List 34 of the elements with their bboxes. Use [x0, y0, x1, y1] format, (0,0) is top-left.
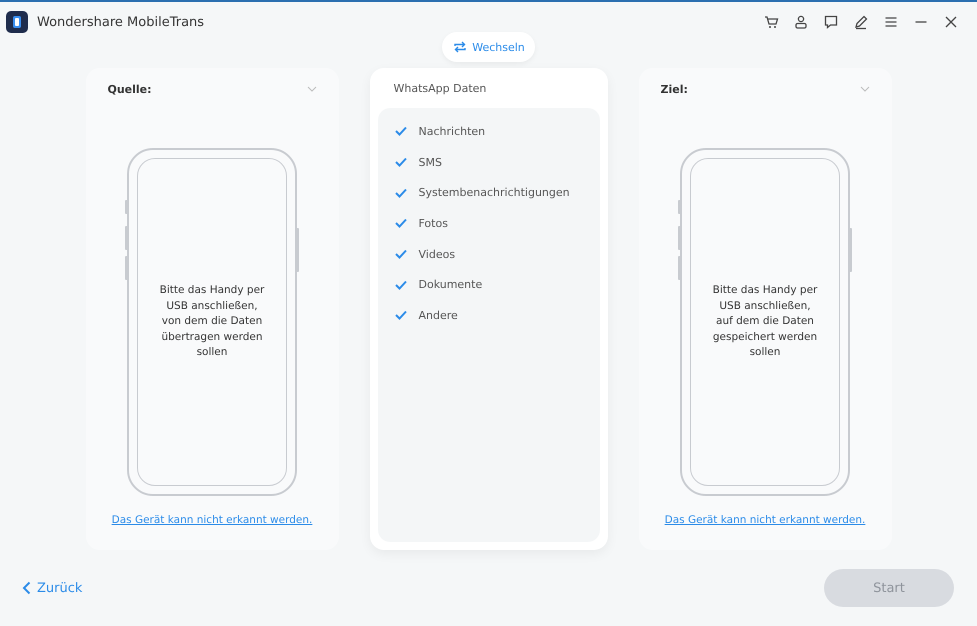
- data-type-label: Dokumente: [418, 278, 482, 292]
- chevron-down-icon[interactable]: [306, 86, 316, 92]
- chevron-down-icon[interactable]: [860, 86, 870, 92]
- checkmark-icon[interactable]: [394, 218, 406, 228]
- checkmark-icon[interactable]: [394, 126, 406, 136]
- switch-button[interactable]: Wechseln: [442, 32, 535, 62]
- connect-message: Bitte das Handy per USB anschließen, von dem die Daten übertragen werden sollen: [160, 283, 264, 360]
- help-link[interactable]: Das Gerät kann nicht erkannt werden.: [112, 514, 312, 526]
- app-logo-icon: [6, 11, 28, 33]
- data-type-label: Andere: [418, 308, 458, 322]
- checkmark-icon[interactable]: [394, 249, 406, 260]
- data-type-label: Nachrichten: [418, 124, 486, 138]
- device-label: Quelle:: [108, 82, 152, 96]
- device-label: Ziel:: [660, 82, 688, 96]
- data-type-label: Systembenachrichtigungen: [418, 186, 570, 200]
- help-link[interactable]: Das Gerät kann nicht erkannt werden.: [664, 514, 866, 526]
- chevron-left-icon: [22, 581, 31, 595]
- checkmark-icon[interactable]: [394, 310, 406, 320]
- account-icon[interactable]: [793, 14, 809, 30]
- close-icon[interactable]: [943, 14, 959, 30]
- checkmark-icon[interactable]: [394, 157, 406, 168]
- checkmark-icon[interactable]: [394, 280, 406, 290]
- checkmark-icon[interactable]: [394, 188, 406, 198]
- connect-message: Bitte das Handy per USB anschließen, auf dem die Daten gespeichert werden sollen: [712, 283, 818, 360]
- panel-title: WhatsApp Daten: [392, 80, 488, 96]
- pen-icon[interactable]: [853, 14, 869, 30]
- data-type-label: Fotos: [418, 216, 448, 230]
- data-type-label: Videos: [418, 248, 456, 261]
- window-title: Wondershare MobileTrans: [37, 14, 204, 30]
- feedback-icon[interactable]: [823, 14, 839, 30]
- back-link[interactable]: Zurück: [22, 580, 82, 596]
- swap-icon: [452, 39, 468, 55]
- cart-icon[interactable]: [763, 14, 779, 30]
- data-type-label: SMS: [418, 156, 442, 169]
